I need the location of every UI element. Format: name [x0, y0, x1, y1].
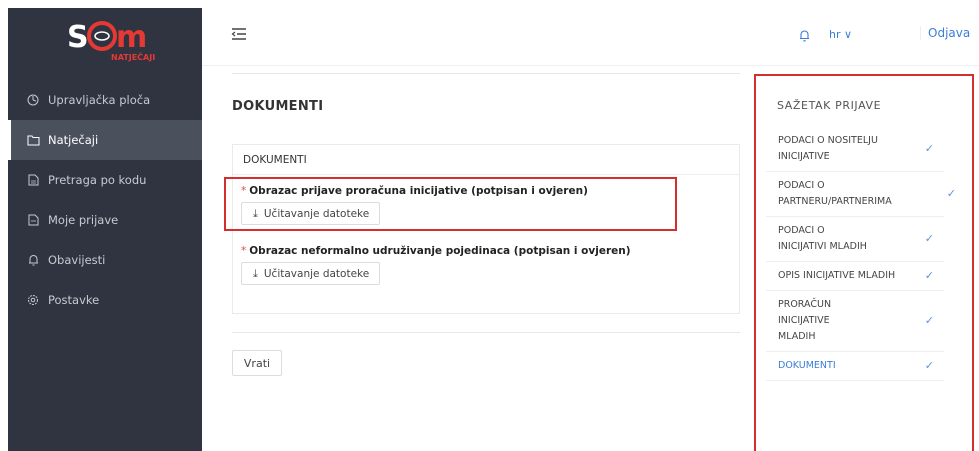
bell-icon — [26, 253, 40, 267]
sidebar-item-label: Moje prijave — [48, 213, 119, 227]
logo-mark-icon: S m NATJEČAJI — [67, 20, 155, 62]
summary-item-partneri[interactable]: PODACI O PARTNERU/PARTNERIMA ✓ — [766, 172, 956, 217]
top-header: hr ∨ Odjava — [202, 8, 979, 66]
required-mark: * — [241, 245, 247, 257]
summary-item-label: PRORAČUN INICIJATIVE MLADIH — [778, 299, 832, 342]
page-title: DOKUMENTI — [232, 99, 324, 114]
summary-item-nositelj[interactable]: PODACI O NOSITELJU INICIJATIVE ✓ — [766, 127, 944, 172]
sidebar-item-moje-prijave[interactable]: Moje prijave — [8, 200, 202, 240]
document-field-informal-association: * Obrazac neformalno udruživanje pojedina… — [241, 245, 631, 285]
logo-subtitle: NATJEČAJI — [111, 51, 155, 62]
summary-item-opis[interactable]: OPIS INICIJATIVE MLADIH ✓ — [766, 262, 944, 291]
check-icon: ✓ — [924, 314, 934, 327]
summary-item-label: PODACI O NOSITELJU INICIJATIVE — [778, 135, 878, 162]
upload-file-button[interactable]: ⤓ Učitavanje datoteke — [241, 262, 381, 285]
notifications-bell-icon[interactable] — [799, 27, 810, 46]
summary-list: PODACI O NOSITELJU INICIJATIVE ✓ PODACI … — [766, 127, 968, 381]
sidebar-item-dashboard[interactable]: Upravljačka ploča — [8, 80, 202, 120]
sidebar-item-label: Postavke — [48, 293, 100, 307]
check-icon: ✓ — [924, 269, 934, 282]
main-content: DOKUMENTI DOKUMENTI * Obrazac prijave pro… — [202, 66, 754, 451]
logout-link[interactable]: Odjava — [920, 26, 970, 40]
file-icon — [26, 213, 40, 227]
sidebar-item-label: Obavijesti — [48, 253, 106, 267]
svg-text:S: S — [67, 20, 89, 55]
documents-card-title: DOKUMENTI — [233, 145, 739, 175]
svg-text:m: m — [116, 20, 147, 55]
upload-icon: ⤓ — [253, 266, 258, 280]
sidebar-item-natjecaji[interactable]: Natječaji — [8, 120, 202, 160]
dashboard-icon — [26, 93, 40, 107]
application-summary-panel: SAŽETAK PRIJAVE PODACI O NOSITELJU INICI… — [754, 74, 974, 451]
check-icon: ✓ — [924, 359, 934, 372]
language-select[interactable]: hr ∨ — [829, 28, 852, 41]
sidebar-item-label: Pretraga po kodu — [48, 173, 147, 187]
summary-item-inicijativa[interactable]: PODACI O INICIJATIVI MLADIH ✓ — [766, 217, 944, 262]
summary-item-label: DOKUMENTI — [778, 360, 836, 371]
sidebar: S m NATJEČAJI Upravljačka ploča Natječaj… — [8, 8, 202, 451]
check-icon: ✓ — [946, 187, 956, 200]
sidebar-item-obavijesti[interactable]: Obavijesti — [8, 240, 202, 280]
summary-item-label: PODACI O INICIJATIVI MLADIH — [778, 225, 867, 252]
highlight-annotation — [224, 177, 677, 231]
menu-toggle-icon[interactable] — [231, 26, 247, 40]
back-button[interactable]: Vrati — [232, 350, 282, 376]
sidebar-item-label: Upravljačka ploča — [48, 93, 151, 107]
folder-icon — [26, 133, 40, 147]
field-label-text: Obrazac neformalno udruživanje pojedinac… — [249, 245, 631, 257]
summary-item-dokumenti[interactable]: DOKUMENTI ✓ — [766, 352, 944, 381]
gear-icon — [26, 293, 40, 307]
sidebar-item-pretraga[interactable]: Pretraga po kodu — [8, 160, 202, 200]
sidebar-nav: Upravljačka ploča Natječaji Pretraga po … — [8, 80, 202, 320]
upload-button-label: Učitavanje datoteke — [263, 267, 370, 280]
app-logo[interactable]: S m NATJEČAJI — [8, 8, 202, 70]
check-icon: ✓ — [924, 232, 934, 245]
field-label: * Obrazac neformalno udruživanje pojedina… — [241, 245, 631, 257]
summary-title: SAŽETAK PRIJAVE — [777, 99, 882, 112]
check-icon: ✓ — [924, 142, 934, 155]
file-search-icon — [26, 173, 40, 187]
divider — [232, 73, 740, 74]
divider — [232, 332, 740, 333]
sidebar-item-label: Natječaji — [48, 133, 99, 147]
summary-item-label: OPIS INICIJATIVE MLADIH — [778, 270, 896, 281]
summary-item-proracun[interactable]: PRORAČUN INICIJATIVE MLADIH ✓ — [766, 291, 944, 352]
sidebar-item-postavke[interactable]: Postavke — [8, 280, 202, 320]
summary-item-label: PODACI O PARTNERU/PARTNERIMA — [778, 180, 892, 207]
